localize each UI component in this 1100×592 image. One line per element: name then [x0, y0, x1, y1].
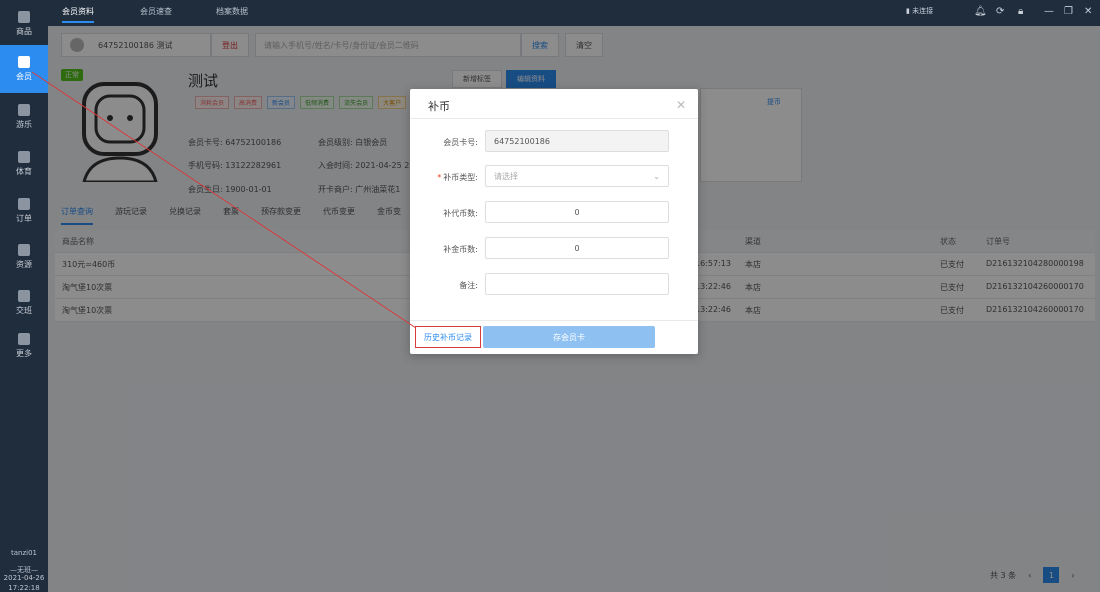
- annotation-line: [31, 71, 417, 329]
